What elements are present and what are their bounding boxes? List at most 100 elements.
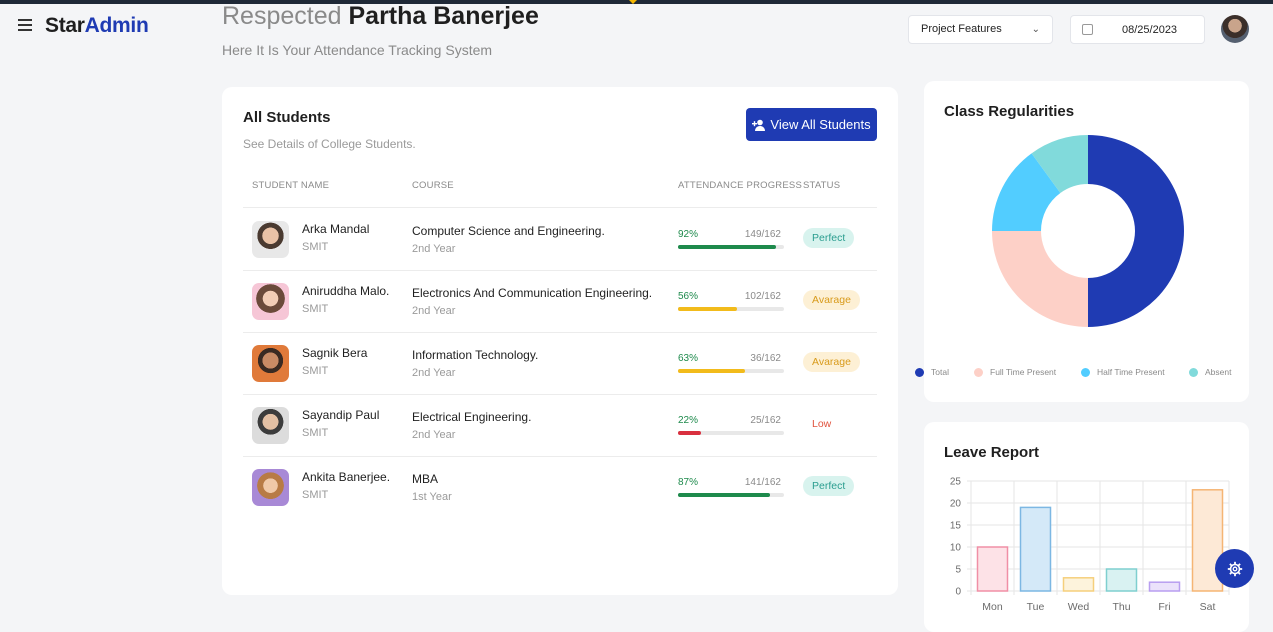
attendance-progress-bar — [678, 493, 784, 497]
legend-label: Half Time Present — [1097, 367, 1165, 377]
student-course: MBA — [412, 472, 439, 486]
settings-button[interactable] — [1215, 549, 1254, 588]
student-course: Electronics And Communication Engineerin… — [412, 286, 653, 300]
student-name: Aniruddha Malo. — [302, 284, 390, 298]
y-tick-label: 10 — [950, 543, 962, 554]
logo-part2: Admin — [84, 14, 149, 37]
table-row[interactable]: Ankita Banerjee. SMIT MBA 1st Year 87% 141/16… — [243, 456, 877, 518]
student-course: Information Technology. — [412, 348, 539, 362]
status-badge: Avarage — [803, 290, 860, 310]
legend-label: Absent — [1205, 367, 1232, 377]
user-name: Partha Banerjee — [348, 2, 539, 30]
status-badge: Low — [812, 418, 832, 430]
students-title: All Students — [243, 109, 331, 126]
leave-report-card: Leave Report 0 5 10 15 20 25 Mon Tue Wed Thu Fri Sa… — [924, 422, 1249, 632]
student-name: Sagnik Bera — [302, 346, 368, 360]
student-name: Sayandip Paul — [302, 408, 380, 422]
leave-report-bar-chart: 0 5 10 15 20 25 Mon Tue Wed Thu Fri Sat — [950, 477, 1230, 613]
class-regularities-card: Class Regularities Total Full Time Presen… — [915, 81, 1249, 402]
donut-slice-total[interactable] — [1088, 135, 1184, 327]
attendance-progress-bar — [678, 307, 784, 311]
legend-swatch — [974, 367, 983, 377]
student-year: 2nd Year — [412, 305, 456, 317]
table-row[interactable]: Aniruddha Malo. SMIT Electronics And Commu… — [243, 270, 877, 332]
page-title: Respected Partha Banerjee — [222, 2, 539, 31]
all-students-card: All Students See Details of College Stud… — [222, 87, 898, 595]
bar-mon — [976, 546, 1009, 592]
add-user-icon — [752, 119, 766, 131]
students-description: See Details of College Students. — [243, 137, 416, 151]
donut-slice-full-time-present[interactable] — [992, 231, 1088, 327]
attendance-progress-bar — [678, 369, 784, 373]
legend-swatch — [1081, 367, 1090, 377]
y-tick-label: 20 — [950, 499, 962, 510]
legend-swatch — [915, 367, 924, 377]
x-tick-label: Sat — [1200, 601, 1216, 613]
bar-tue — [1019, 506, 1052, 592]
legend-label: Full Time Present — [990, 367, 1057, 377]
y-tick-label: 0 — [955, 587, 961, 598]
attendance-progress-fill — [678, 493, 771, 497]
attendance-count: 36/162 — [750, 353, 781, 364]
student-avatar — [252, 283, 289, 320]
column-header-status: STATUS — [803, 180, 841, 191]
attendance-count: 149/162 — [744, 229, 781, 240]
user-avatar[interactable] — [1221, 15, 1249, 43]
class-regularities-donut-chart — [992, 135, 1184, 327]
status-badge: Avarage — [803, 352, 860, 372]
student-year: 2nd Year — [412, 429, 456, 441]
bar-fri — [1148, 581, 1181, 592]
dropdown-label: Project Features — [921, 23, 1002, 35]
date-picker[interactable]: 08/25/2023 — [1070, 15, 1205, 44]
column-header-attendance: ATTENDANCE PROGRESS — [678, 180, 802, 191]
student-org: SMIT — [302, 365, 329, 377]
student-org: SMIT — [302, 241, 329, 253]
view-all-label: View All Students — [770, 117, 871, 132]
calendar-icon — [1082, 24, 1093, 35]
attendance-progress-fill — [678, 245, 776, 249]
student-avatar — [252, 345, 289, 382]
status-badge: Perfect — [803, 476, 855, 496]
legend-item[interactable]: Absent — [1189, 367, 1231, 377]
greeting-prefix: Respected — [222, 2, 342, 30]
hamburger-icon[interactable] — [18, 19, 32, 31]
student-year: 1st Year — [412, 491, 452, 503]
attendance-progress-fill — [678, 431, 702, 435]
y-tick-label: 5 — [955, 565, 961, 576]
legend-item[interactable]: Half Time Present — [1081, 367, 1165, 377]
x-tick-label: Wed — [1068, 601, 1090, 613]
student-year: 2nd Year — [412, 243, 456, 255]
student-course: Computer Science and Engineering. — [412, 224, 605, 238]
student-org: SMIT — [302, 489, 329, 501]
attendance-count: 141/162 — [744, 477, 781, 488]
date-value: 08/25/2023 — [1122, 24, 1178, 36]
attendance-progress-bar — [678, 431, 784, 435]
y-tick-label: 25 — [950, 477, 962, 488]
table-row[interactable]: Sagnik Bera SMIT Information Technology. 2n… — [243, 332, 877, 394]
bar-wed — [1062, 577, 1095, 592]
student-name: Ankita Banerjee. — [302, 470, 391, 484]
table-row[interactable]: Sayandip Paul SMIT Electrical Engineering.… — [243, 394, 877, 456]
x-tick-label: Thu — [1112, 601, 1130, 613]
legend-label: Total — [931, 367, 949, 377]
student-org: SMIT — [302, 303, 329, 315]
legend-item[interactable]: Full Time Present — [974, 367, 1056, 377]
column-header-course: COURSE — [412, 180, 454, 191]
page-subtitle: Here It Is Your Attendance Tracking Syst… — [222, 42, 493, 58]
y-tick-label: 15 — [950, 521, 962, 532]
student-avatar — [252, 407, 289, 444]
caret-indicator — [629, 0, 637, 4]
view-all-students-button[interactable]: View All Students — [746, 108, 877, 141]
attendance-progress-bar — [678, 245, 784, 249]
legend-swatch — [1189, 367, 1198, 377]
table-row[interactable]: Arka Mandal SMIT Computer Science and Engi… — [243, 208, 877, 270]
student-name: Arka Mandal — [302, 222, 370, 236]
gear-icon — [1227, 561, 1242, 576]
x-tick-label: Tue — [1027, 601, 1045, 613]
student-year: 2nd Year — [412, 367, 456, 379]
student-avatar — [252, 469, 289, 506]
logo[interactable]: StarAdmin — [45, 14, 149, 38]
status-badge: Perfect — [803, 228, 855, 248]
legend-item[interactable]: Total — [915, 367, 949, 377]
project-features-dropdown[interactable]: Project Features ⌄ — [908, 15, 1053, 44]
